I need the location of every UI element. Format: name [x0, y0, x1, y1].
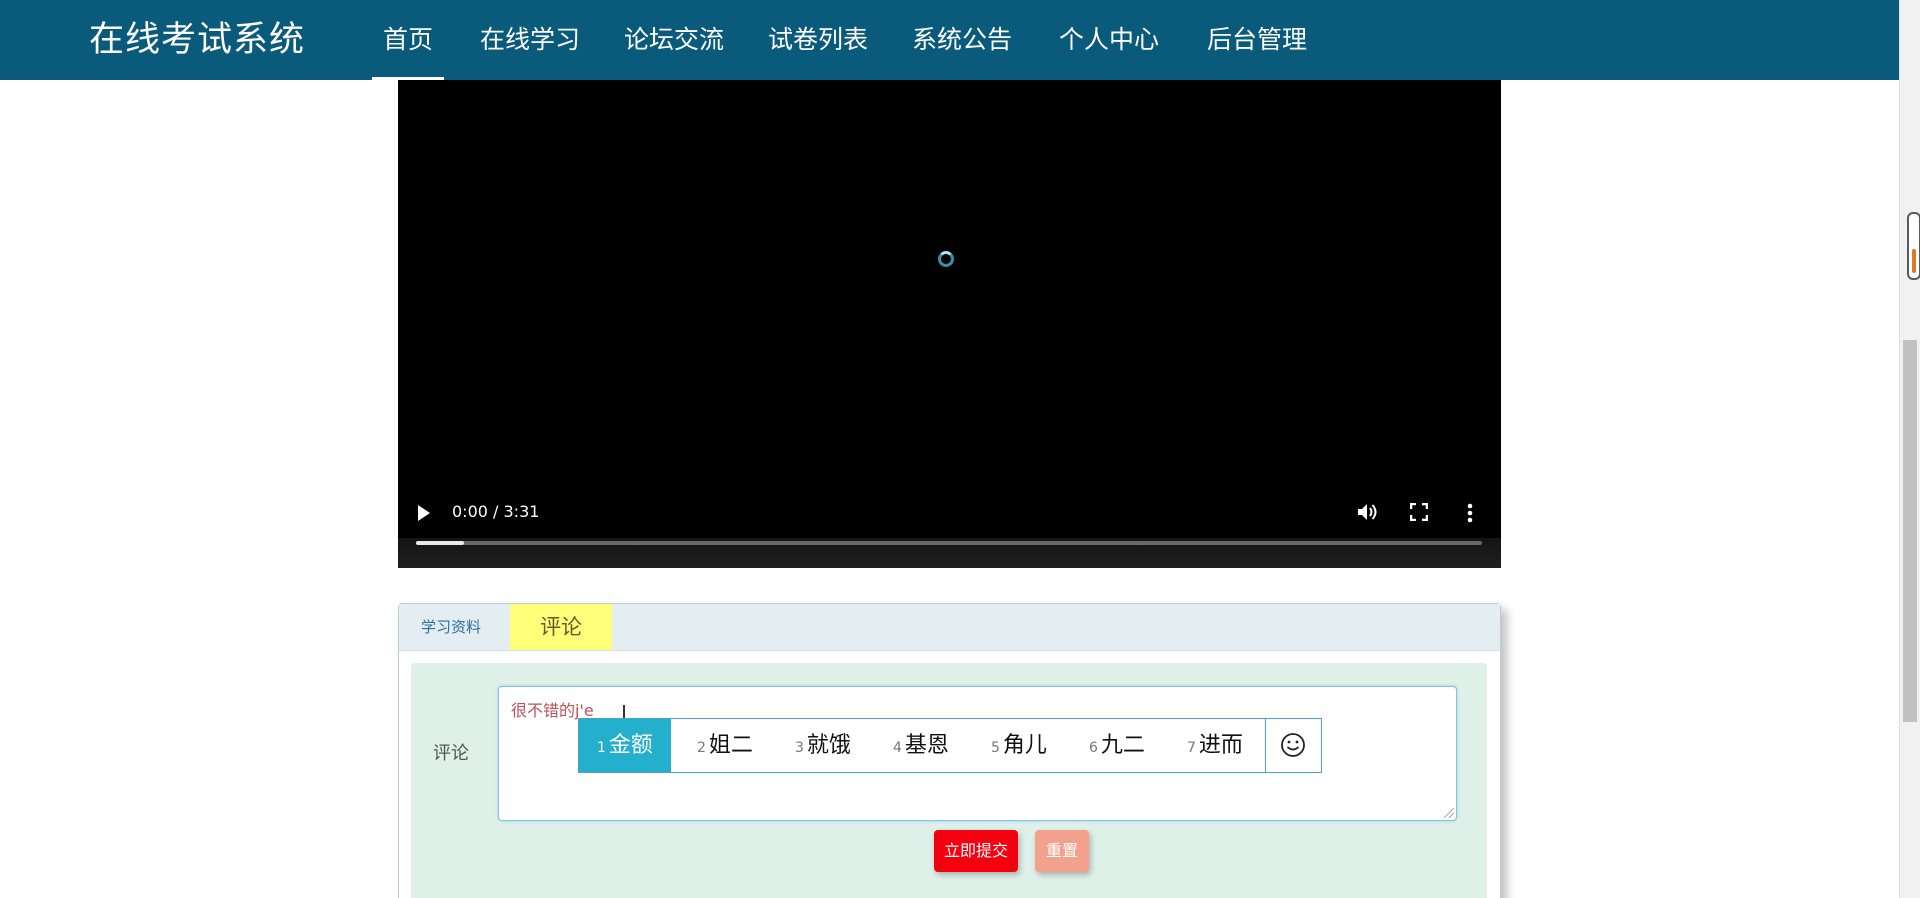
- nav-item-admin[interactable]: 后台管理: [1207, 0, 1307, 80]
- video-buffered-fill: [416, 541, 464, 545]
- scroll-indicator-icon: [1907, 212, 1920, 280]
- tab-study-materials[interactable]: 学习资料: [411, 604, 491, 650]
- ime-candidate-text: 进而: [1198, 733, 1243, 758]
- nav-item-exam-list[interactable]: 试卷列表: [768, 0, 868, 80]
- ime-divider: [1265, 719, 1266, 772]
- page-scrollbar[interactable]: [1899, 0, 1920, 898]
- video-time: 0:00 / 3:31: [452, 502, 540, 521]
- ime-candidate[interactable]: 6 九二: [1089, 719, 1145, 772]
- ime-candidate-number: 5: [991, 740, 1000, 756]
- nav-item-profile[interactable]: 个人中心: [1059, 0, 1159, 80]
- ime-candidate[interactable]: 7 进而: [1187, 719, 1243, 772]
- comment-label: 评论: [433, 743, 469, 764]
- ime-candidate[interactable]: 2 姐二: [697, 719, 753, 772]
- resize-grip-icon[interactable]: [1444, 808, 1454, 818]
- tab-bar: 学习资料 评论: [399, 604, 1500, 651]
- top-navbar: 在线考试系统 首页 在线学习 论坛交流 试卷列表 系统公告 个人中心 后台管理: [0, 0, 1899, 80]
- ime-candidate-text: 角儿: [1002, 733, 1047, 758]
- ime-candidate[interactable]: 4 基恩: [893, 719, 949, 772]
- more-vert-icon[interactable]: [1467, 503, 1473, 523]
- scroll-indicator-bar: [1912, 249, 1916, 273]
- ime-candidate-number: 7: [1187, 740, 1196, 756]
- video-player[interactable]: 0:00 / 3:31: [398, 80, 1501, 568]
- smiley-icon[interactable]: [1279, 731, 1307, 759]
- nav-item-announcements[interactable]: 系统公告: [912, 0, 1012, 80]
- fullscreen-icon[interactable]: [1409, 502, 1429, 522]
- loading-spinner-icon: [938, 251, 954, 267]
- ime-candidate-text: 就饿: [806, 733, 851, 758]
- video-progress-bar[interactable]: [416, 541, 1482, 545]
- ime-candidate[interactable]: 1 金额: [579, 719, 671, 772]
- ime-candidate-window: 1 金额 2 姐二 3 就饿 4 基恩 5 角儿 6 九二 7 进而: [578, 718, 1322, 773]
- ime-candidate-number: 3: [795, 740, 804, 756]
- ime-candidate-text: 九二: [1100, 733, 1145, 758]
- scrollbar-thumb[interactable]: [1903, 340, 1917, 722]
- page: 在线考试系统 首页 在线学习 论坛交流 试卷列表 系统公告 个人中心 后台管理 …: [0, 0, 1920, 898]
- ime-candidate-number: 6: [1089, 740, 1098, 756]
- nav-item-home[interactable]: 首页: [372, 0, 444, 80]
- play-icon[interactable]: [418, 505, 430, 521]
- ime-candidate-text: 金额: [608, 733, 653, 758]
- site-brand[interactable]: 在线考试系统: [89, 16, 305, 64]
- volume-icon[interactable]: [1356, 502, 1378, 522]
- submit-button[interactable]: 立即提交: [934, 830, 1018, 872]
- ime-candidate-number: 2: [697, 740, 706, 756]
- ime-candidate-number: 4: [893, 740, 902, 756]
- ime-candidate-number: 1: [597, 740, 606, 756]
- ime-candidate-text: 姐二: [708, 733, 753, 758]
- ime-candidate[interactable]: 5 角儿: [991, 719, 1047, 772]
- tab-comments[interactable]: 评论: [510, 604, 612, 650]
- ime-candidate[interactable]: 3 就饿: [795, 719, 851, 772]
- reset-button[interactable]: 重置: [1035, 830, 1089, 872]
- nav-item-online-learning[interactable]: 在线学习: [480, 0, 580, 80]
- ime-candidate-text: 基恩: [904, 733, 949, 758]
- nav-item-forum[interactable]: 论坛交流: [624, 0, 724, 80]
